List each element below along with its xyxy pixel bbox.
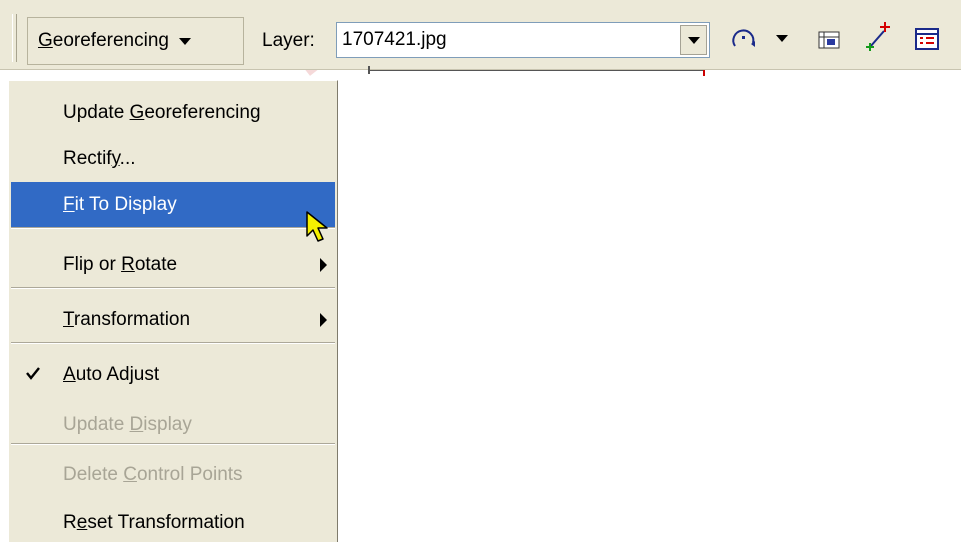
menu-item-label: Delete Control Points: [63, 464, 243, 485]
menu-item[interactable]: Reset Transformation: [11, 500, 335, 546]
menu-item-label: Transformation: [63, 309, 191, 330]
chevron-down-icon: [687, 36, 700, 44]
menu-item[interactable]: Flip or Rotate: [11, 242, 335, 288]
submenu-arrow-icon: [320, 313, 327, 327]
fit-display-icon[interactable]: [818, 31, 840, 49]
control-point-marker: [703, 70, 705, 76]
submenu-arrow-icon: [320, 258, 327, 272]
layer-select[interactable]: 1707421.jpg: [336, 22, 710, 58]
georeferencing-label: Georeferencing: [38, 30, 169, 51]
menu-separator: [11, 227, 335, 229]
menu-item[interactable]: Update Georeferencing: [11, 90, 335, 136]
menu-item: Update Display: [11, 402, 335, 448]
georeferencing-dropdown-menu: Update Georeferencing Rectify... Fit To Di…: [8, 80, 338, 542]
chevron-down-icon: [178, 37, 191, 45]
layer-label: Layer:: [262, 30, 315, 51]
menu-item[interactable]: Auto Adjust: [11, 352, 335, 398]
toolbar-grip[interactable]: [12, 14, 17, 62]
menu-separator: [11, 443, 335, 445]
map-ruler-tick: [368, 66, 370, 74]
menu-item[interactable]: Transformation: [11, 297, 335, 343]
menu-item[interactable]: Rectify...: [11, 136, 335, 182]
add-control-points-icon[interactable]: [862, 21, 894, 53]
map-ruler-line: [368, 70, 705, 71]
link-table-icon[interactable]: [915, 28, 939, 50]
menu-item: Delete Control Points: [11, 452, 335, 498]
layer-dropdown-button[interactable]: [680, 25, 707, 55]
layer-select-value: 1707421.jpg: [342, 29, 447, 50]
mouse-cursor-icon: [306, 211, 328, 242]
menu-item-label: Rectify...: [63, 148, 136, 169]
menu-item-label: Fit To Display: [63, 194, 177, 215]
georeferencing-menu-button[interactable]: Georeferencing: [27, 17, 244, 65]
menu-item-label: Update Georeferencing: [63, 102, 261, 123]
georeferencing-toolbar: Georeferencing Layer: 1707421.jpg: [0, 0, 961, 70]
rotate-icon[interactable]: [729, 26, 763, 52]
menu-item-label: Update Display: [63, 414, 192, 435]
menu-separator: [11, 287, 335, 289]
menu-item-label: Reset Transformation: [63, 512, 245, 533]
checkmark-icon: [26, 367, 40, 380]
menu-separator: [11, 342, 335, 344]
menu-item[interactable]: Fit To Display: [11, 182, 335, 228]
menu-item-label: Flip or Rotate: [63, 254, 178, 275]
menu-item-label: Auto Adjust: [63, 364, 160, 385]
rotate-dropdown-icon[interactable]: [776, 35, 788, 42]
